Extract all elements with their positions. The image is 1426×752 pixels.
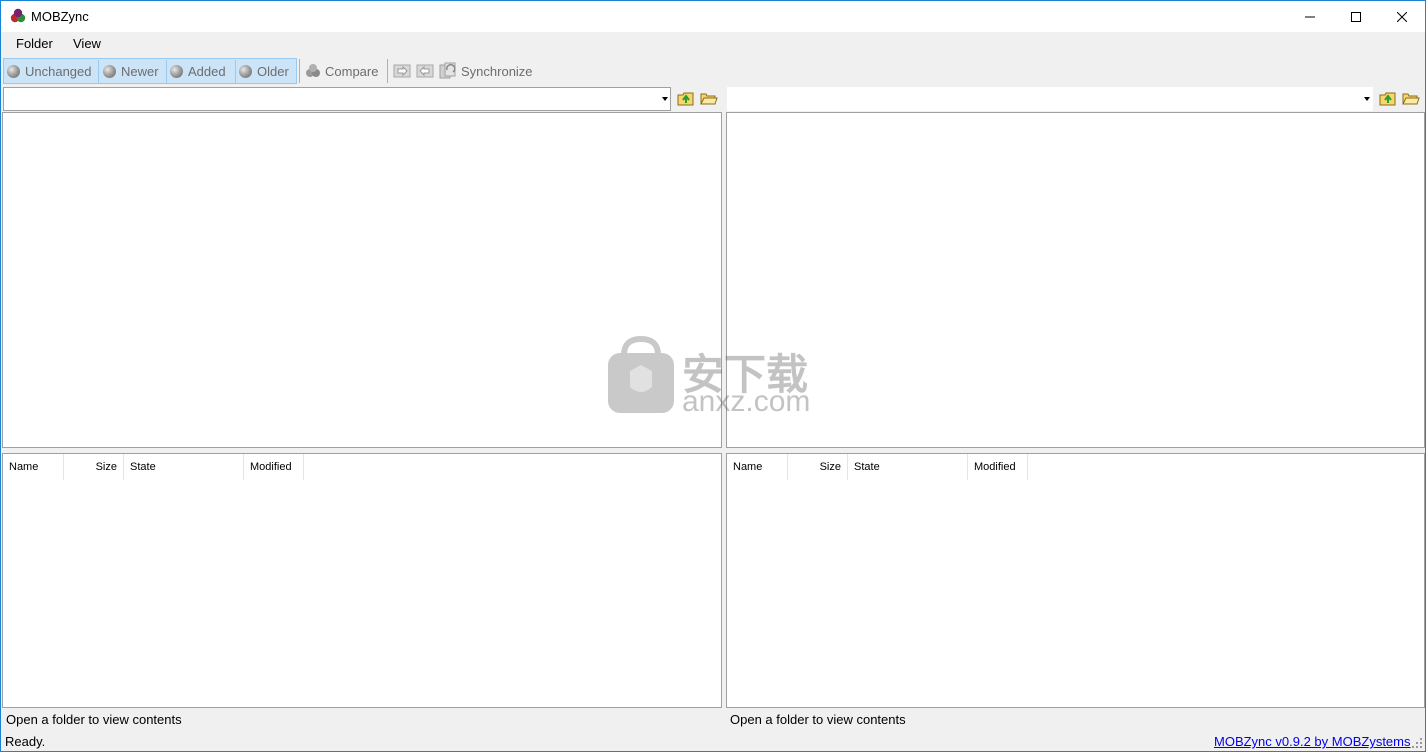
left-path-bar — [3, 87, 721, 111]
added-toggle[interactable]: Added — [170, 59, 226, 83]
copy-to-left-icon — [416, 64, 434, 78]
copy-to-right-icon — [393, 64, 411, 78]
right-up-folder-icon[interactable] — [1379, 91, 1397, 107]
app-window: MOBZync Folder View Unchanged Newer Adde… — [0, 0, 1426, 752]
left-folder-combo[interactable] — [3, 87, 671, 111]
older-toggle[interactable]: Older — [239, 59, 289, 83]
about-link[interactable]: MOBZync v0.9.2 by MOBZystems — [1214, 734, 1411, 749]
right-folder-tree[interactable] — [726, 112, 1425, 448]
added-label: Added — [188, 63, 226, 79]
title-bar: MOBZync — [1, 1, 1425, 32]
minimize-button[interactable] — [1287, 1, 1333, 32]
synchronize-label: Synchronize — [461, 63, 533, 79]
right-combo-arrow-icon[interactable] — [1364, 97, 1370, 101]
older-ball-icon — [239, 64, 252, 78]
left-folder-tree[interactable] — [2, 112, 722, 448]
synchronize-button[interactable]: Synchronize — [439, 59, 533, 83]
right-pane-status: Open a folder to view contents — [730, 712, 906, 727]
left-col-size[interactable]: Size — [64, 454, 124, 480]
unchanged-ball-icon — [7, 64, 20, 78]
left-col-state[interactable]: State — [124, 454, 244, 480]
newer-toggle[interactable]: Newer — [103, 59, 159, 83]
right-column-header: Name Size State Modified — [727, 454, 1424, 480]
maximize-button[interactable] — [1333, 1, 1379, 32]
right-col-name[interactable]: Name — [727, 454, 788, 480]
menu-view[interactable]: View — [73, 36, 101, 51]
copy-left-button[interactable] — [416, 59, 434, 83]
status-bar: Ready. MOBZync v0.9.2 by MOBZystems — [1, 730, 1425, 751]
toolbar-separator — [235, 60, 236, 84]
older-label: Older — [257, 63, 289, 79]
filter-toggle-group: Unchanged Newer Added Older — [3, 58, 297, 84]
right-col-state[interactable]: State — [848, 454, 968, 480]
close-button[interactable] — [1379, 1, 1425, 32]
right-path-bar — [727, 87, 1425, 111]
resize-grip-icon[interactable] — [1411, 737, 1423, 749]
left-file-list[interactable]: Name Size State Modified — [2, 453, 722, 708]
right-col-modified[interactable]: Modified — [968, 454, 1028, 480]
compare-label: Compare — [325, 63, 379, 79]
unchanged-label: Unchanged — [25, 63, 92, 79]
close-icon — [1397, 11, 1407, 22]
left-col-modified[interactable]: Modified — [244, 454, 304, 480]
right-open-folder-icon[interactable] — [1402, 91, 1420, 107]
left-col-name[interactable]: Name — [3, 454, 64, 480]
added-ball-icon — [170, 64, 183, 78]
right-file-list[interactable]: Name Size State Modified — [726, 453, 1425, 708]
maximize-icon — [1351, 11, 1361, 22]
toolbar-separator — [166, 60, 167, 84]
right-col-size[interactable]: Size — [788, 454, 848, 480]
compare-icon — [306, 64, 320, 77]
toolbar: Unchanged Newer Added Older Compare Sync… — [1, 56, 1425, 86]
synchronize-icon — [439, 62, 456, 79]
unchanged-toggle[interactable]: Unchanged — [7, 59, 92, 83]
right-folder-combo[interactable] — [727, 87, 1373, 111]
left-combo-arrow-icon[interactable] — [662, 97, 668, 101]
toolbar-divider — [299, 59, 300, 83]
toolbar-divider — [387, 59, 388, 83]
compare-button[interactable]: Compare — [305, 59, 378, 83]
window-title: MOBZync — [31, 9, 89, 24]
menu-bar: Folder View — [1, 32, 1425, 56]
copy-right-button[interactable] — [393, 59, 411, 83]
left-column-header: Name Size State Modified — [3, 454, 721, 480]
newer-label: Newer — [121, 63, 159, 79]
menu-folder[interactable]: Folder — [16, 36, 53, 51]
left-up-folder-icon[interactable] — [677, 91, 695, 107]
app-logo-icon — [10, 8, 26, 23]
left-pane-status: Open a folder to view contents — [6, 712, 182, 727]
left-open-folder-icon[interactable] — [700, 91, 718, 107]
minimize-icon — [1305, 16, 1315, 17]
status-text: Ready. — [5, 734, 46, 749]
toolbar-separator — [98, 60, 99, 84]
newer-ball-icon — [103, 64, 116, 78]
